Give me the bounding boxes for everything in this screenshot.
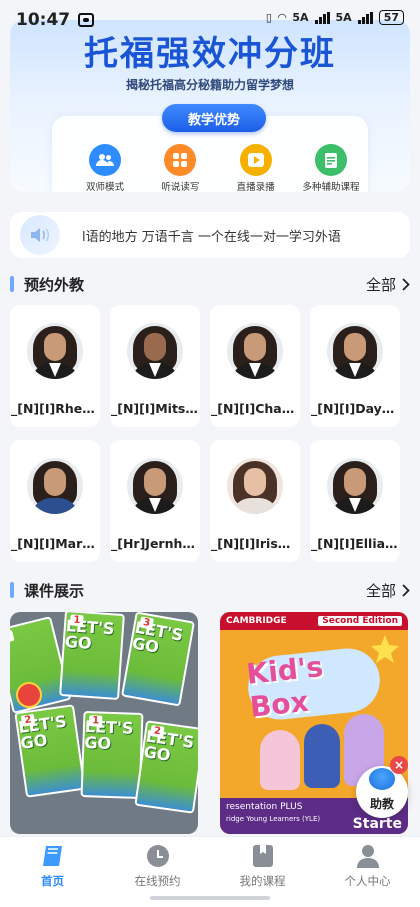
announcement-bar[interactable]: l语的地方 万语千言 一个在线一对一学习外语 xyxy=(10,212,410,258)
teacher-name: _[N][I]Irish ... xyxy=(211,536,299,551)
play-icon xyxy=(239,144,272,176)
teacher-name: _[N][I]Mars... xyxy=(11,536,99,551)
feature-item: 直播录播 结合 xyxy=(221,144,291,192)
publisher-label: CAMBRIDGE xyxy=(226,616,287,626)
speaker-icon xyxy=(20,215,60,255)
nav-label: 我的课程 xyxy=(239,874,286,888)
nav-profile[interactable]: 个人中心 xyxy=(316,843,420,907)
avatar xyxy=(127,323,183,379)
book-cover: 2 LET'S GO xyxy=(14,704,86,798)
teacher-name: _[Hr]Jernhi... xyxy=(111,536,199,551)
character-figure xyxy=(304,724,340,788)
feature-label: 直播录播 结合 xyxy=(236,182,275,192)
avatar xyxy=(27,458,83,514)
feature-item: 多种辅助课程 夯实基础 xyxy=(296,144,366,192)
section-title: 预约外教 xyxy=(24,275,85,294)
book-cover: 2 LET'S GO xyxy=(134,720,198,814)
avatar xyxy=(127,458,183,514)
announcement-text: l语的地方 万语千言 一个在线一对一学习外语 xyxy=(82,229,341,245)
teachers-view-all-button[interactable]: 全部 xyxy=(366,274,410,295)
vibrate-icon: ▯ xyxy=(265,11,272,24)
avatar xyxy=(327,323,383,379)
bookmark-icon xyxy=(249,843,277,869)
book-cover: 1 LET'S GO xyxy=(59,612,125,700)
book-cover: 1 LET'S GO xyxy=(80,710,144,800)
book-title: Kid's Box xyxy=(245,645,383,724)
feature-label: 多种辅助课程 夯实基础 xyxy=(302,182,360,192)
nav-label: 个人中心 xyxy=(344,874,391,888)
section-title-group: 预约外教 xyxy=(10,274,84,295)
nav-label: 在线预约 xyxy=(134,874,181,888)
feature-item: 听说读写 系统课程 xyxy=(145,144,215,192)
courseware-view-all-button[interactable]: 全部 xyxy=(366,580,410,601)
teacher-name: _[N][I]Ellia... xyxy=(311,536,399,551)
wifi-icon: ◠ xyxy=(277,11,287,24)
teacher-card[interactable]: _[N][I]Mars... xyxy=(10,440,100,562)
nav-home[interactable]: 首页 xyxy=(1,843,105,907)
person-icon xyxy=(354,843,382,869)
view-all-label: 全部 xyxy=(365,275,396,294)
teachers-section-header: 预约外教 全部 xyxy=(10,272,410,296)
teacher-card[interactable]: _[N][I]Mits... xyxy=(110,305,200,427)
feature-label: 听说读写 系统课程 xyxy=(161,182,200,192)
chevron-right-icon xyxy=(402,277,410,291)
nav-label: 首页 xyxy=(41,874,64,888)
assistant-label: 助教 xyxy=(369,797,394,811)
publisher-band: CAMBRIDGE Second Edition xyxy=(220,612,408,630)
people-icon xyxy=(89,144,121,176)
banner-pill: 教学优势 xyxy=(162,104,266,132)
signal-icon xyxy=(314,11,330,24)
promo-banner[interactable]: 托福强效冲分班 揭秘托福高分秘籍助力留学梦想 教学优势 双师模式 授课 听说读写… xyxy=(10,20,410,192)
teacher-name: _[N][I]Chan... xyxy=(211,401,299,416)
banner-subtitle: 揭秘托福高分秘籍助力留学梦想 xyxy=(125,78,294,92)
teacher-card[interactable]: _[N][I]Irish ... xyxy=(210,440,300,562)
clock-icon xyxy=(144,843,172,869)
network-label-1: 5A xyxy=(292,11,309,24)
teacher-name: _[N][I]Daya... xyxy=(311,401,399,416)
teacher-card[interactable]: _[N][I]Chan... xyxy=(210,305,300,427)
status-bar: 10:47 ▯ ◠ 5A 5A 57 xyxy=(0,0,420,42)
status-left: 10:47 xyxy=(16,10,95,30)
close-icon[interactable]: × xyxy=(390,756,408,774)
teacher-card[interactable]: _[N][I]Daya... xyxy=(310,305,400,427)
view-all-label: 全部 xyxy=(365,581,396,600)
avatar xyxy=(227,323,283,379)
mascot-icon xyxy=(16,682,42,708)
book-cover: 3 LET'S GO xyxy=(120,612,196,707)
avatar xyxy=(27,323,83,379)
star-icon xyxy=(371,635,399,663)
grid-icon xyxy=(164,144,197,176)
edition-label: Second Edition xyxy=(318,616,402,626)
status-time: 10:47 xyxy=(16,10,71,30)
teacher-name: _[N][I]Mits... xyxy=(111,401,199,416)
teacher-card[interactable]: _[N][I]Ellia... xyxy=(310,440,400,562)
assistant-avatar-icon xyxy=(369,768,395,790)
battery-icon: 57 xyxy=(378,10,404,25)
feature-item: 双师模式 授课 xyxy=(70,144,140,192)
book-level: Starte xyxy=(352,816,402,832)
teacher-name: _[N][I]Rhea... xyxy=(11,401,99,416)
courseware-section-header: 课件展示 全部 xyxy=(10,578,410,602)
app-notification-icon xyxy=(78,13,95,27)
section-title: 课件展示 xyxy=(24,581,85,600)
network-label-2: 5A xyxy=(335,11,352,24)
character-figure xyxy=(260,730,300,790)
section-accent-bar xyxy=(10,276,14,292)
courseware-card-lets-go[interactable]: 1 1LET'S GO 3LET'S GO 2LET'S GO 1LET'S G… xyxy=(10,612,198,834)
section-title-group: 课件展示 xyxy=(10,580,84,601)
home-indicator xyxy=(150,896,270,900)
signal-icon-2 xyxy=(357,11,373,24)
avatar xyxy=(227,458,283,514)
avatar xyxy=(327,458,383,514)
section-accent-bar xyxy=(10,582,14,598)
chevron-right-icon xyxy=(402,583,410,597)
feature-list: 双师模式 授课 听说读写 系统课程 直播录播 结合 多种辅助课程 夯实基础 xyxy=(70,144,366,192)
feature-label: 双师模式 授课 xyxy=(85,182,124,192)
status-right: ▯ ◠ 5A 5A 57 xyxy=(266,10,404,25)
teacher-card[interactable]: _[Hr]Jernhi... xyxy=(110,440,200,562)
book-icon xyxy=(39,843,67,869)
document-icon xyxy=(314,144,347,176)
teacher-card[interactable]: _[N][I]Rhea... xyxy=(10,305,100,427)
